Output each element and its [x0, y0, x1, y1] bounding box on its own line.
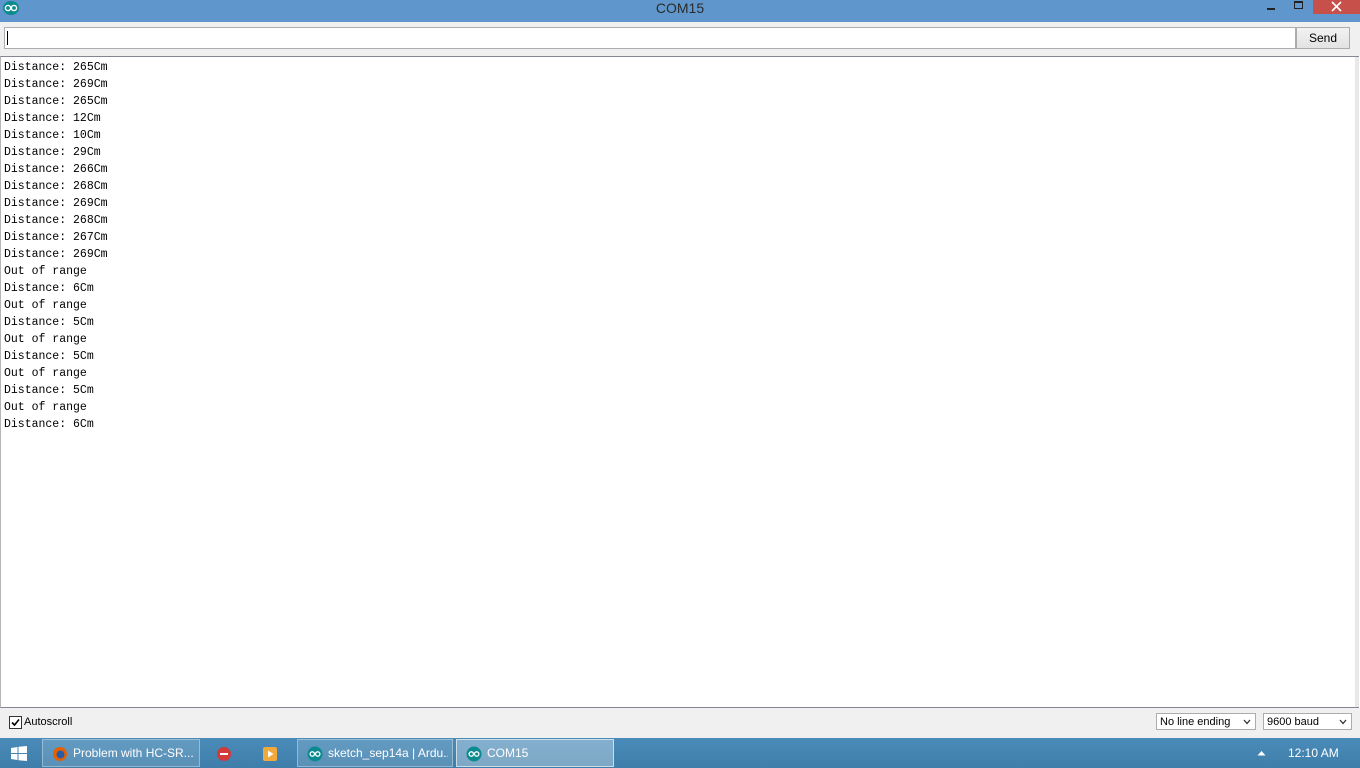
serial-output-line: Out of range: [4, 265, 87, 278]
taskbar-item-media-player[interactable]: [252, 739, 290, 767]
taskbar-item-com15[interactable]: COM15: [456, 739, 614, 767]
windows-start-icon[interactable]: [11, 746, 27, 761]
serial-output-line: Out of range: [4, 401, 87, 414]
arduino-icon: [307, 746, 323, 762]
serial-output-lines: Distance: 265Cm Distance: 269Cm Distance: …: [4, 59, 108, 433]
taskbar-item-arduino-sketch[interactable]: sketch_sep14a | Ardu...: [297, 739, 453, 767]
taskbar-item-label: sketch_sep14a | Ardu...: [328, 746, 448, 760]
vertical-scrollbar[interactable]: [1355, 57, 1359, 707]
line-ending-value: No line ending: [1160, 716, 1231, 728]
checkmark-icon: [11, 718, 20, 727]
serial-output-line: Distance: 12Cm: [4, 112, 101, 125]
baud-rate-value: 9600 baud: [1267, 716, 1319, 728]
close-button[interactable]: [1313, 0, 1360, 14]
serial-output-line: Distance: 6Cm: [4, 418, 94, 431]
window-title: COM15: [655, 0, 705, 16]
baud-rate-select[interactable]: 9600 baud: [1263, 713, 1352, 730]
firefox-icon: [53, 747, 67, 761]
red-circle-app-icon: [217, 747, 231, 761]
serial-output-line: Distance: 268Cm: [4, 180, 108, 193]
autoscroll-checkbox[interactable]: [9, 716, 22, 729]
serial-output-line: Distance: 29Cm: [4, 146, 101, 159]
serial-output-line: Out of range: [4, 299, 87, 312]
serial-output-line: Distance: 10Cm: [4, 129, 101, 142]
taskbar-item-red-app[interactable]: [206, 739, 244, 767]
minimize-button[interactable]: [1258, 0, 1284, 14]
chevron-down-icon: [1339, 719, 1347, 725]
serial-send-input[interactable]: [4, 27, 1296, 49]
maximize-button[interactable]: [1286, 0, 1312, 14]
serial-output-line: Distance: 267Cm: [4, 231, 108, 244]
serial-output-line: Distance: 5Cm: [4, 350, 94, 363]
taskbar-item-label: COM15: [487, 746, 529, 760]
serial-output-line: Out of range: [4, 333, 87, 346]
serial-output-line: Distance: 269Cm: [4, 197, 108, 210]
serial-output-line: Distance: 5Cm: [4, 384, 94, 397]
serial-options-bar: Autoscroll No line ending 9600 baud: [0, 708, 1360, 738]
serial-output-line: Distance: 268Cm: [4, 214, 108, 227]
taskbar-clock[interactable]: 12:10 AM: [1288, 746, 1339, 760]
serial-output-line: Distance: 265Cm: [4, 95, 108, 108]
serial-output-area[interactable]: Distance: 265Cm Distance: 269Cm Distance: …: [0, 56, 1359, 708]
tray-overflow-icon[interactable]: [1257, 750, 1266, 756]
taskbar-item-firefox[interactable]: Problem with HC-SR...: [42, 739, 200, 767]
serial-output-line: Distance: 265Cm: [4, 61, 108, 74]
serial-output-line: Distance: 6Cm: [4, 282, 94, 295]
autoscroll-label: Autoscroll: [24, 716, 73, 728]
chevron-down-icon: [1243, 719, 1251, 725]
serial-output-line: Distance: 269Cm: [4, 248, 108, 261]
taskbar-item-label: Problem with HC-SR...: [73, 746, 194, 760]
serial-output-line: Out of range: [4, 367, 87, 380]
send-button[interactable]: Send: [1296, 27, 1350, 49]
serial-input-row: Send: [0, 22, 1360, 56]
line-ending-select[interactable]: No line ending: [1156, 713, 1256, 730]
media-player-icon: [263, 747, 277, 761]
taskbar: Problem with HC-SR... sketch_sep14a | Ar…: [0, 738, 1360, 768]
close-icon: [1331, 1, 1342, 12]
title-bar: COM15: [0, 0, 1360, 22]
serial-output-line: Distance: 269Cm: [4, 78, 108, 91]
text-caret: [7, 31, 8, 45]
serial-output-line: Distance: 266Cm: [4, 163, 108, 176]
arduino-icon: [466, 746, 482, 762]
serial-output-line: Distance: 5Cm: [4, 316, 94, 329]
